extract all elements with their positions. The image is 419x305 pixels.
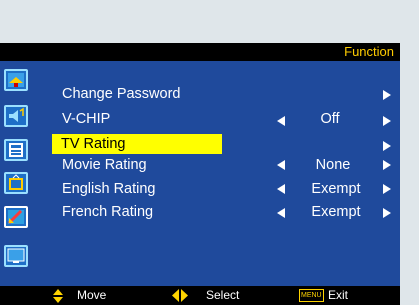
right-arrow-icon[interactable] xyxy=(383,160,391,170)
french-rating-value: Exempt xyxy=(311,204,361,220)
footer-select-label: Select xyxy=(206,288,240,302)
footer-exit-label: Exit xyxy=(328,288,349,302)
right-arrow-icon[interactable] xyxy=(383,90,391,100)
movie-rating-value: None xyxy=(315,157,351,173)
right-arrow-icon[interactable] xyxy=(383,208,391,218)
menu-item-french-rating[interactable]: French Rating xyxy=(62,202,153,222)
menu-item-highlight[interactable]: TV Rating xyxy=(52,134,222,154)
top-band xyxy=(0,0,419,43)
menu-item-v-chip[interactable]: V-CHIP xyxy=(62,109,110,129)
setup-icon[interactable] xyxy=(4,139,28,161)
left-arrow-icon[interactable] xyxy=(277,184,285,194)
left-arrow-icon[interactable] xyxy=(277,116,285,126)
screen-icon[interactable] xyxy=(4,245,28,267)
footer-move-label: Move xyxy=(77,288,107,302)
select-arrows-icon xyxy=(172,289,188,302)
right-edge xyxy=(400,43,419,305)
left-arrow-icon[interactable] xyxy=(277,160,285,170)
v-chip-value: Off xyxy=(320,111,340,127)
title-bar: Function xyxy=(0,43,400,61)
menu-item-movie-rating[interactable]: Movie Rating xyxy=(62,155,147,175)
footer-bar: Move Select MENU Exit xyxy=(0,286,400,305)
move-arrows-icon xyxy=(53,289,63,303)
right-arrow-icon[interactable] xyxy=(383,116,391,126)
audio-icon[interactable] xyxy=(4,105,28,127)
page-title: Function xyxy=(344,44,394,59)
menu-item-change-password[interactable]: Change Password xyxy=(62,84,181,104)
sidebar xyxy=(0,61,31,286)
menu-item-english-rating[interactable]: English Rating xyxy=(62,179,156,199)
right-arrow-icon[interactable] xyxy=(383,184,391,194)
menu-item-label-tv-rating: TV Rating xyxy=(61,136,126,152)
picture-icon[interactable] xyxy=(4,69,28,91)
function-icon[interactable] xyxy=(4,206,28,228)
menu-key-icon: MENU xyxy=(299,289,324,302)
right-arrow-icon[interactable] xyxy=(383,141,391,151)
tv-icon[interactable] xyxy=(4,172,28,194)
left-arrow-icon[interactable] xyxy=(277,208,285,218)
english-rating-value: Exempt xyxy=(311,181,361,197)
